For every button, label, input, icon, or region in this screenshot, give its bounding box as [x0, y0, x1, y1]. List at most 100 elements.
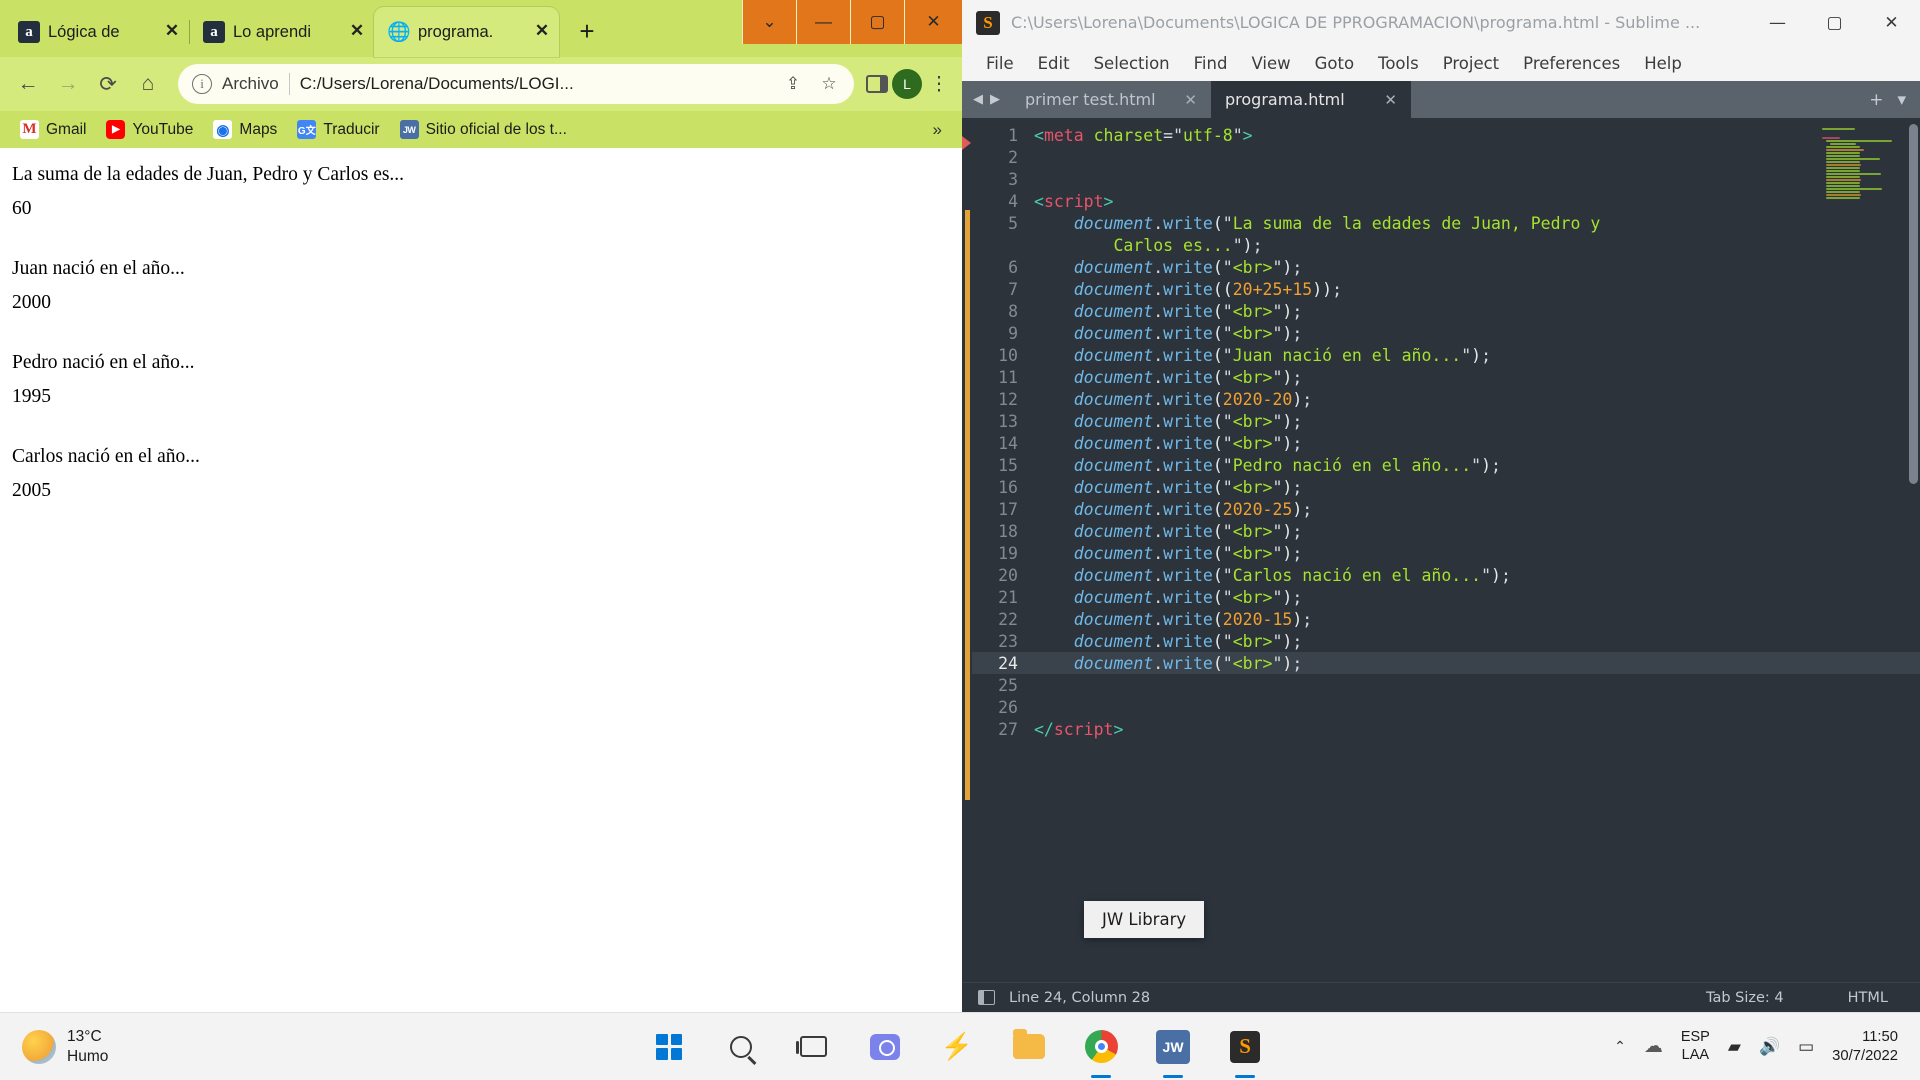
code-line[interactable]: 1 <meta charset="utf-8"> [972, 124, 1920, 146]
chevron-down-icon[interactable]: ⌄ [742, 0, 796, 44]
bookmark-youtube[interactable]: ▶ YouTube [96, 116, 203, 143]
code-line[interactable]: 20 document.write("Carlos nació en el añ… [972, 564, 1920, 586]
home-button[interactable]: ⌂ [130, 66, 166, 102]
teams-button[interactable] [862, 1024, 908, 1070]
menu-edit[interactable]: Edit [1026, 50, 1082, 77]
close-button[interactable]: ✕ [1863, 0, 1920, 45]
browser-tab-3[interactable]: 🌐 programa. ✕ [374, 7, 559, 57]
browser-tab-1[interactable]: a Lógica de ✕ [4, 7, 189, 57]
code-line[interactable]: 9 document.write("<br>"); [972, 322, 1920, 344]
code-line[interactable]: 19 document.write("<br>"); [972, 542, 1920, 564]
browser-tab-2[interactable]: a Lo aprendi ✕ [189, 7, 374, 57]
code-line[interactable]: 15 document.write("Pedro nació en el año… [972, 454, 1920, 476]
bookmarks-overflow-icon[interactable]: » [923, 120, 952, 140]
language-indicator[interactable]: ESP LAA [1681, 1029, 1710, 1064]
code-line[interactable]: 11 document.write("<br>"); [972, 366, 1920, 388]
chrome-button[interactable] [1078, 1024, 1124, 1078]
add-tab-icon[interactable]: + [1869, 90, 1883, 110]
close-icon[interactable]: ✕ [161, 21, 183, 43]
bookmark-gmail[interactable]: M Gmail [10, 116, 96, 143]
tab-next-icon[interactable]: ▶ [990, 92, 1000, 107]
syntax-label[interactable]: HTML [1848, 990, 1888, 1006]
menu-tools[interactable]: Tools [1366, 50, 1431, 77]
code-line[interactable]: 10 document.write("Juan nació en el año.… [972, 344, 1920, 366]
code-line[interactable]: 12 document.write(2020-20); [972, 388, 1920, 410]
close-icon[interactable]: ✕ [1384, 91, 1397, 109]
close-icon[interactable]: ✕ [1184, 91, 1197, 109]
file-explorer-button[interactable] [1006, 1024, 1052, 1070]
task-view-button[interactable] [790, 1024, 836, 1070]
code-line[interactable]: 5 document.write("La suma de la edades d… [972, 212, 1920, 234]
bookmark-star-icon[interactable]: ☆ [816, 74, 842, 94]
bookmark-maps[interactable]: ◉ Maps [203, 116, 287, 143]
code-line[interactable]: 22 document.write(2020-15); [972, 608, 1920, 630]
code-line[interactable]: 6 document.write("<br>"); [972, 256, 1920, 278]
editor-tab-programa[interactable]: programa.html ✕ [1211, 81, 1411, 118]
search-button[interactable] [718, 1024, 764, 1070]
code-line[interactable]: 8 document.write("<br>"); [972, 300, 1920, 322]
clock[interactable]: 11:50 30/7/2022 [1832, 1028, 1898, 1065]
code-line[interactable]: 21 document.write("<br>"); [972, 586, 1920, 608]
sublime-text-button[interactable]: S [1222, 1024, 1268, 1078]
minimize-button[interactable]: — [1749, 0, 1806, 45]
menu-goto[interactable]: Goto [1303, 50, 1366, 77]
weather-widget[interactable]: 13°C Humo [0, 1027, 300, 1066]
omnibox-url-text[interactable]: C:/Users/Lorena/Documents/LOGI... [300, 74, 770, 94]
menu-preferences[interactable]: Preferences [1511, 50, 1632, 77]
start-button[interactable] [646, 1024, 692, 1070]
tab-size-label[interactable]: Tab Size: 4 [1706, 990, 1784, 1006]
code-line[interactable]: 27 </script> [972, 718, 1920, 740]
maximize-button[interactable]: ▢ [1806, 0, 1863, 45]
reload-button[interactable]: ⟳ [90, 66, 126, 102]
jw-library-button[interactable]: JW [1150, 1024, 1196, 1078]
code-editor-lines[interactable]: 1 <meta charset="utf-8"> 2 3 4 <script> 5 docu… [972, 118, 1920, 982]
sublime-editor-area[interactable]: 1 <meta charset="utf-8"> 2 3 4 <script> 5 docu… [962, 118, 1920, 982]
lightning-app-button[interactable]: ⚡ [934, 1024, 980, 1070]
side-panel-icon[interactable] [866, 75, 888, 93]
code-line[interactable]: 7 document.write((20+25+15)); [972, 278, 1920, 300]
editor-tab-primer-test[interactable]: primer test.html ✕ [1011, 81, 1211, 118]
editor-scrollbar[interactable] [1909, 124, 1918, 484]
menu-file[interactable]: File [974, 50, 1026, 77]
volume-icon[interactable]: 🔊 [1759, 1037, 1780, 1057]
share-icon[interactable]: ⇪ [780, 74, 806, 94]
back-button[interactable]: ← [10, 66, 46, 102]
code-line[interactable]: 18 document.write("<br>"); [972, 520, 1920, 542]
sidebar-toggle-icon[interactable] [978, 990, 995, 1005]
cloud-icon[interactable]: ☁ [1644, 1035, 1663, 1058]
menu-view[interactable]: View [1239, 50, 1302, 77]
address-bar[interactable]: i Archivo C:/Users/Lorena/Documents/LOGI… [178, 64, 854, 104]
menu-help[interactable]: Help [1632, 50, 1694, 77]
avatar[interactable]: L [892, 69, 922, 99]
code-minimap[interactable] [1822, 128, 1908, 200]
code-line[interactable]: Carlos es..."); [972, 234, 1920, 256]
close-button[interactable]: ✕ [904, 0, 962, 44]
code-line[interactable]: 25 [972, 674, 1920, 696]
code-line[interactable]: 17 document.write(2020-25); [972, 498, 1920, 520]
code-line[interactable]: 2 [972, 146, 1920, 168]
bookmark-traducir[interactable]: G文 Traducir [287, 116, 389, 143]
code-line[interactable]: 26 [972, 696, 1920, 718]
menu-find[interactable]: Find [1182, 50, 1240, 77]
close-icon[interactable]: ✕ [531, 21, 553, 43]
bookmark-jw[interactable]: JW Sitio oficial de los t... [390, 116, 577, 143]
wifi-icon[interactable]: ▰ [1728, 1037, 1741, 1057]
info-icon[interactable]: i [192, 74, 212, 94]
code-line[interactable]: 3 [972, 168, 1920, 190]
code-line[interactable]: 16 document.write("<br>"); [972, 476, 1920, 498]
tray-expand-icon[interactable]: ⌃ [1614, 1038, 1626, 1055]
tab-menu-icon[interactable]: ▾ [1897, 90, 1906, 110]
close-icon[interactable]: ✕ [346, 21, 368, 43]
maximize-button[interactable]: ▢ [850, 0, 904, 44]
chrome-menu-icon[interactable]: ⋮ [926, 73, 952, 96]
tab-prev-icon[interactable]: ◀ [973, 92, 983, 107]
battery-icon[interactable]: ▭ [1798, 1037, 1814, 1057]
code-line[interactable]: 4 <script> [972, 190, 1920, 212]
minimize-button[interactable]: — [796, 0, 850, 44]
code-line[interactable]: 14 document.write("<br>"); [972, 432, 1920, 454]
menu-project[interactable]: Project [1431, 50, 1511, 77]
code-line[interactable]: 24 document.write("<br>"); [972, 652, 1920, 674]
menu-selection[interactable]: Selection [1082, 50, 1182, 77]
forward-button[interactable]: → [50, 66, 86, 102]
code-line[interactable]: 23 document.write("<br>"); [972, 630, 1920, 652]
